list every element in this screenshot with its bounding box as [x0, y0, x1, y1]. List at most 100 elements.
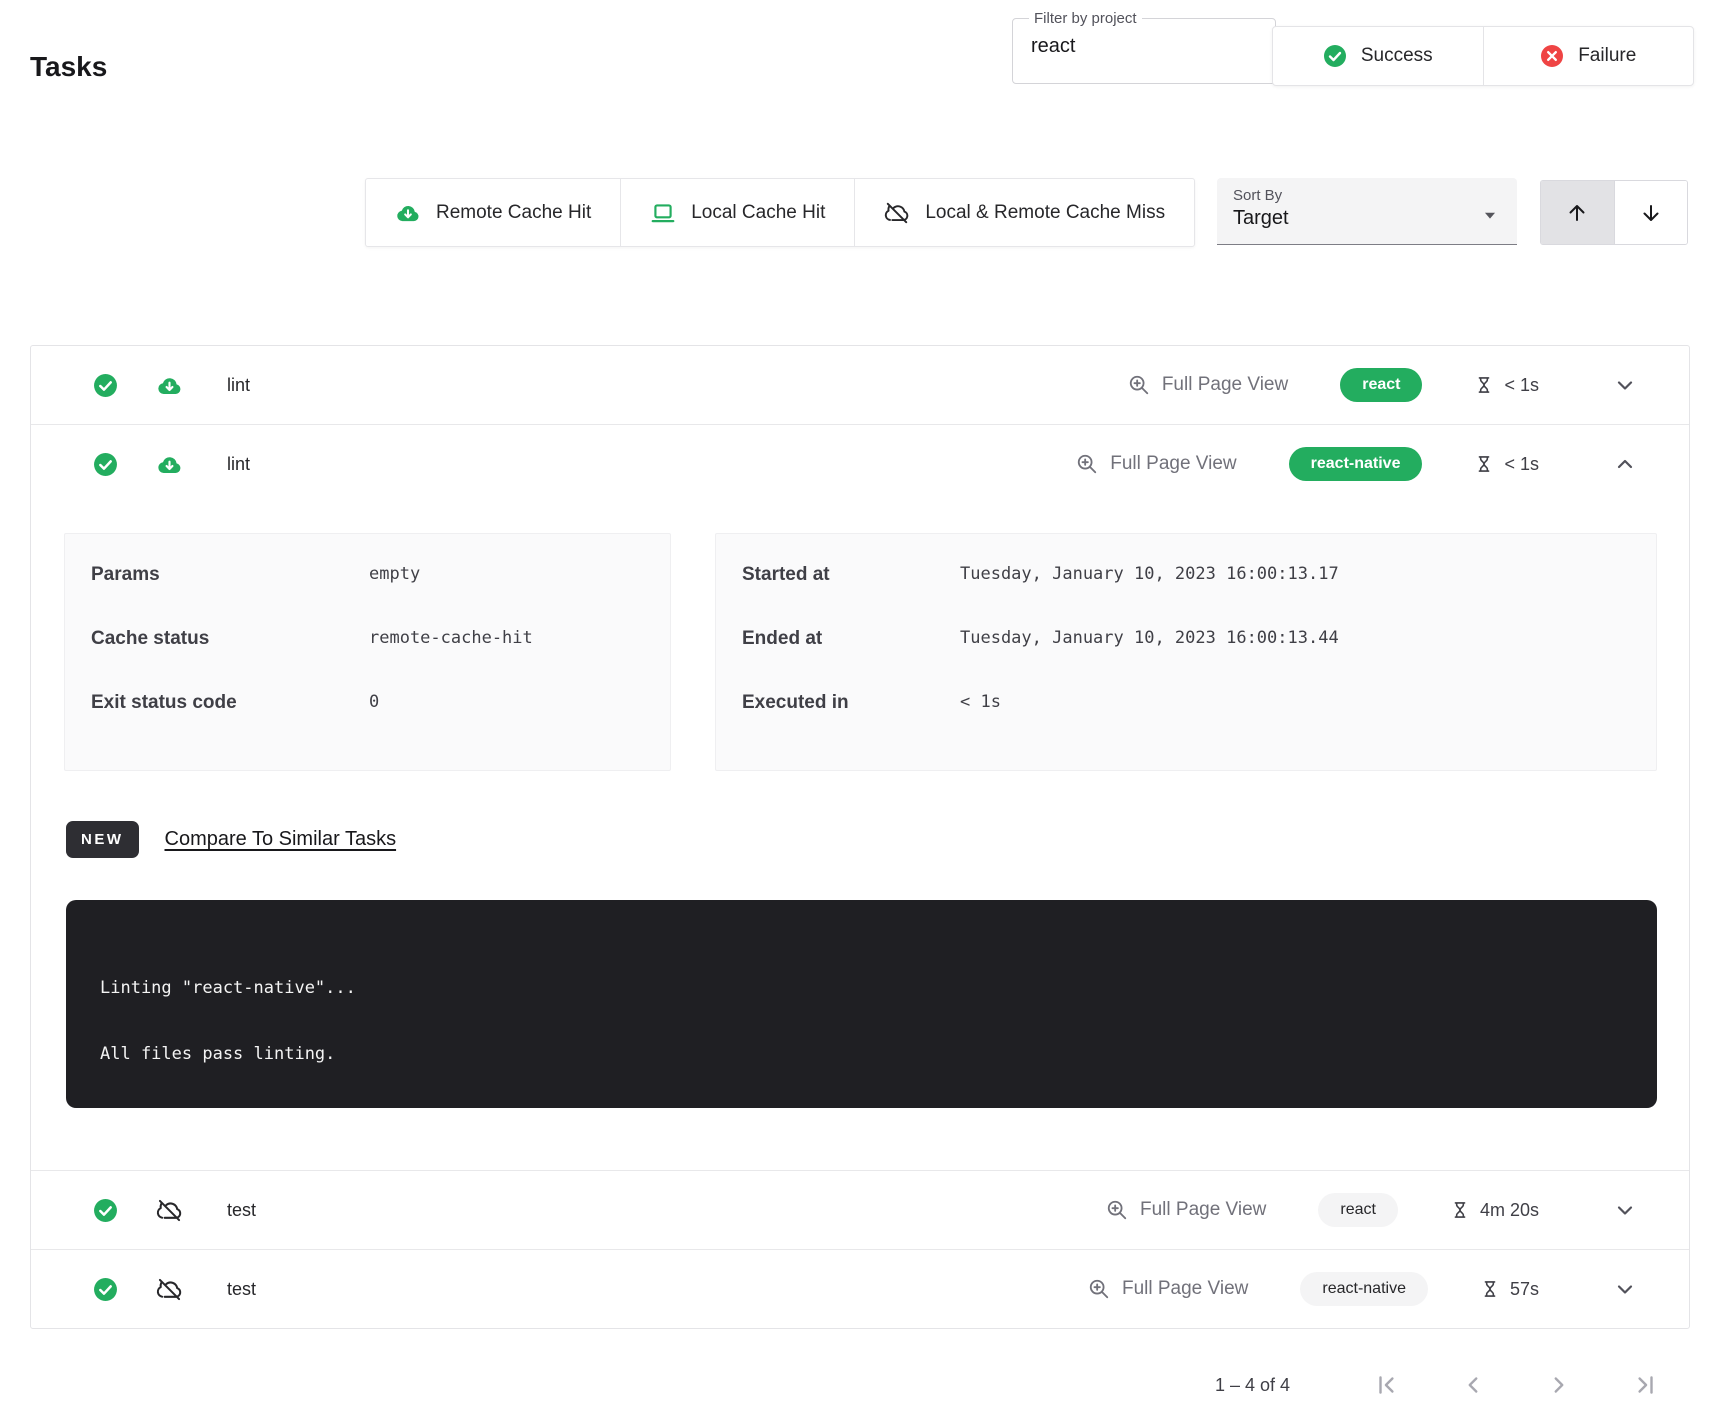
cloud-download-icon	[156, 451, 183, 478]
expand-chevron-down-icon[interactable]	[1607, 1197, 1643, 1223]
first-page-icon	[1374, 1372, 1400, 1398]
hourglass-icon	[1480, 1279, 1500, 1299]
hourglass-icon	[1450, 1200, 1470, 1220]
previous-page-button[interactable]	[1442, 1372, 1504, 1398]
full-page-view-label: Full Page View	[1122, 1278, 1248, 1300]
full-page-view-button[interactable]: Full Page View	[1082, 1277, 1254, 1301]
page-title: Tasks	[30, 51, 107, 83]
duration-text: 4m 20s	[1480, 1200, 1539, 1221]
success-filter-label: Success	[1361, 45, 1433, 67]
cloud-download-icon	[395, 200, 421, 226]
expand-chevron-down-icon[interactable]	[1607, 372, 1643, 398]
full-page-view-label: Full Page View	[1162, 374, 1288, 396]
full-page-view-button[interactable]: Full Page View	[1122, 373, 1294, 397]
sort-descending-button[interactable]	[1614, 181, 1688, 244]
caret-down-icon	[1479, 204, 1501, 226]
cloud-download-icon	[156, 372, 183, 399]
next-page-button[interactable]	[1528, 1372, 1590, 1398]
task-name: lint	[227, 454, 250, 475]
project-badge: react-native	[1289, 447, 1423, 481]
task-duration: < 1s	[1474, 454, 1539, 475]
project-filter-input[interactable]: react	[1025, 27, 1233, 58]
terminal-line	[100, 1005, 1623, 1038]
full-page-view-button[interactable]: Full Page View	[1100, 1198, 1272, 1222]
task-name: test	[227, 1200, 256, 1221]
task-row-test-react-native[interactable]: test Full Page View react-native 57s	[31, 1249, 1689, 1328]
success-filter-button[interactable]: Success	[1273, 27, 1483, 85]
cloud-off-icon	[884, 200, 910, 226]
success-check-icon	[1323, 44, 1347, 68]
zoom-in-icon	[1106, 1199, 1128, 1221]
failure-filter-label: Failure	[1578, 45, 1636, 67]
failure-x-icon	[1540, 44, 1564, 68]
failure-filter-button[interactable]: Failure	[1483, 27, 1694, 85]
executed-in-label: Executed in	[742, 692, 960, 714]
zoom-in-icon	[1128, 374, 1150, 396]
task-meta-card: Params empty Cache status remote-cache-h…	[64, 533, 671, 771]
remote-cache-hit-button[interactable]: Remote Cache Hit	[366, 179, 620, 246]
pagination-range: 1 – 4 of 4	[1215, 1375, 1290, 1396]
sort-by-label: Sort By	[1233, 187, 1501, 204]
zoom-in-icon	[1076, 453, 1098, 475]
started-at-label: Started at	[742, 564, 960, 586]
project-filter-field[interactable]: Filter by project react	[1012, 10, 1276, 84]
started-at-value: Tuesday, January 10, 2023 16:00:13.17	[960, 564, 1339, 584]
exit-status-code-label: Exit status code	[91, 692, 369, 714]
new-badge: NEW	[66, 821, 139, 858]
success-status-icon	[93, 1198, 118, 1223]
task-timing-card: Started at Tuesday, January 10, 2023 16:…	[715, 533, 1657, 771]
executed-in-value: < 1s	[960, 692, 1001, 712]
collapse-chevron-up-icon[interactable]	[1607, 451, 1643, 477]
first-page-button[interactable]	[1356, 1372, 1418, 1398]
project-badge: react-native	[1300, 1272, 1428, 1306]
remote-cache-hit-label: Remote Cache Hit	[436, 202, 591, 224]
success-status-icon	[93, 373, 118, 398]
hourglass-icon	[1474, 454, 1494, 474]
local-cache-hit-button[interactable]: Local Cache Hit	[620, 179, 854, 246]
task-row-test-react[interactable]: test Full Page View react 4m 20s	[31, 1170, 1689, 1249]
cache-filter-group: Remote Cache Hit Local Cache Hit Local &…	[365, 178, 1195, 247]
full-page-view-label: Full Page View	[1140, 1199, 1266, 1221]
task-duration: 57s	[1480, 1279, 1539, 1300]
project-filter-label: Filter by project	[1029, 10, 1142, 27]
task-name: lint	[227, 375, 250, 396]
chevron-right-icon	[1546, 1372, 1572, 1398]
terminal-output: Linting "react-native"... All files pass…	[66, 900, 1657, 1108]
success-status-icon	[93, 452, 118, 477]
task-duration: < 1s	[1474, 375, 1539, 396]
full-page-view-button[interactable]: Full Page View	[1070, 452, 1242, 476]
params-label: Params	[91, 564, 369, 586]
compare-to-similar-tasks-link[interactable]: Compare To Similar Tasks	[165, 828, 397, 851]
exit-status-code-value: 0	[369, 692, 379, 712]
task-list-card: lint Full Page View react < 1s lint	[30, 345, 1690, 1329]
project-badge: react	[1340, 368, 1422, 402]
sort-by-select[interactable]: Sort By Target	[1217, 178, 1517, 245]
cloud-off-icon	[156, 1276, 183, 1303]
duration-text: < 1s	[1504, 375, 1539, 396]
terminal-line: Linting "react-native"...	[100, 972, 1623, 1005]
full-page-view-label: Full Page View	[1110, 453, 1236, 475]
sort-by-value: Target	[1233, 207, 1501, 230]
zoom-in-icon	[1088, 1278, 1110, 1300]
expand-chevron-down-icon[interactable]	[1607, 1276, 1643, 1302]
task-details-panel: Params empty Cache status remote-cache-h…	[31, 503, 1689, 1170]
task-name: test	[227, 1279, 256, 1300]
cache-miss-label: Local & Remote Cache Miss	[925, 202, 1165, 224]
chevron-left-icon	[1460, 1372, 1486, 1398]
last-page-icon	[1632, 1372, 1658, 1398]
last-page-button[interactable]	[1614, 1372, 1676, 1398]
success-status-icon	[93, 1277, 118, 1302]
pagination: 1 – 4 of 4	[1215, 1372, 1676, 1398]
ended-at-value: Tuesday, January 10, 2023 16:00:13.44	[960, 628, 1339, 648]
task-row-lint-react[interactable]: lint Full Page View react < 1s	[31, 346, 1689, 424]
task-row-lint-react-native[interactable]: lint Full Page View react-native < 1s	[31, 424, 1689, 503]
laptop-icon	[650, 200, 676, 226]
duration-text: < 1s	[1504, 454, 1539, 475]
cache-miss-button[interactable]: Local & Remote Cache Miss	[854, 179, 1194, 246]
params-value: empty	[369, 564, 420, 584]
terminal-line: All files pass linting.	[100, 1038, 1623, 1071]
sort-direction-group	[1540, 180, 1688, 245]
sort-ascending-button[interactable]	[1541, 181, 1614, 244]
status-filter-group: Success Failure	[1272, 26, 1694, 86]
cache-status-label: Cache status	[91, 628, 369, 650]
